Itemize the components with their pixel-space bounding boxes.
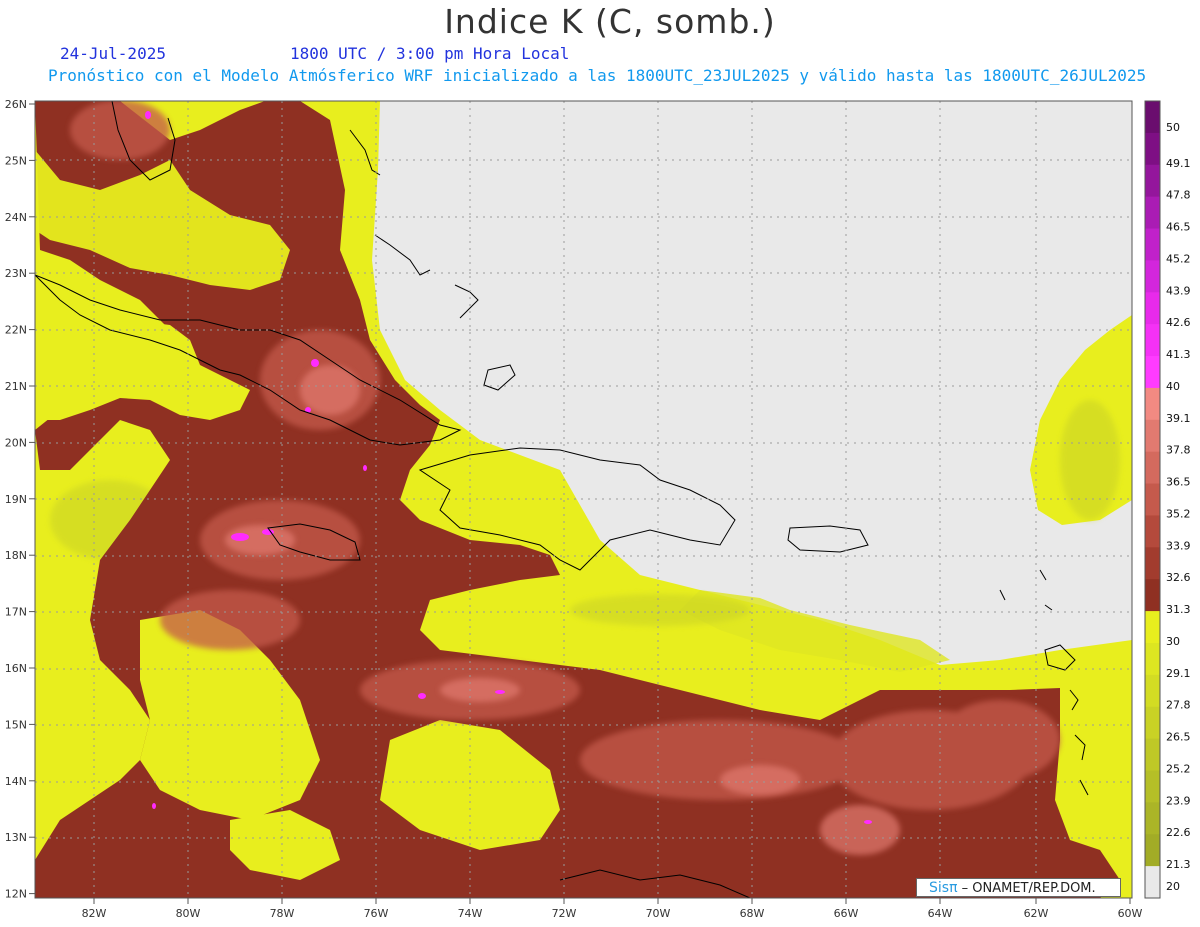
lon-label: 64W (928, 907, 953, 920)
colorbar-swatch (1145, 292, 1160, 325)
credit-box: Sisπ – ONAMET/REP.DOM. (916, 878, 1121, 897)
lon-label: 62W (1024, 907, 1049, 920)
lon-label: 60W (1118, 907, 1143, 920)
k-index-map: 26N 25N 24N 23N 22N 21N 20N 19N 18N 17N 16N 15N 14N 1… (5, 98, 1191, 920)
lon-label: 80W (176, 907, 201, 920)
lon-label: 74W (458, 907, 483, 920)
lon-label: 72W (552, 907, 577, 920)
colorbar-label: 43.9 (1166, 284, 1191, 297)
colorbar-swatch (1145, 866, 1160, 899)
colorbar-label: 49.1 (1166, 157, 1191, 170)
colorbar-swatch (1145, 802, 1160, 835)
lat-label: 21N (5, 380, 27, 393)
colorbar-label: 46.5 (1166, 221, 1191, 234)
lon-label: 82W (82, 907, 107, 920)
colorbar-swatch (1145, 132, 1160, 166)
lat-label: 12N (5, 888, 27, 901)
colorbar-label: 36.5 (1166, 476, 1191, 489)
colorbar-label: 35.2 (1166, 507, 1191, 520)
lat-label: 25N (5, 154, 27, 167)
lat-label: 23N (5, 267, 27, 280)
colorbar-swatch (1145, 483, 1160, 516)
lat-label: 14N (5, 775, 27, 788)
colorbar-label: 40 (1166, 380, 1180, 393)
colorbar-label: 31.3 (1166, 603, 1191, 616)
colorbar-label: 22.6 (1166, 826, 1191, 839)
colorbar-swatch (1145, 324, 1160, 357)
lat-label: 17N (5, 606, 27, 619)
colorbar-swatch (1145, 196, 1160, 230)
colorbar-label: 20 (1166, 880, 1180, 893)
lon-label: 66W (834, 907, 859, 920)
lon-label: 76W (364, 907, 389, 920)
colorbar-swatch (1145, 706, 1160, 740)
colorbar-label: 29.1 (1166, 667, 1191, 680)
colorbar-label: 33.9 (1166, 539, 1191, 552)
colorbar-swatch (1145, 579, 1160, 612)
lon-label: 70W (646, 907, 671, 920)
colorbar-label: 37.8 (1166, 444, 1191, 457)
colorbar-label: 42.6 (1166, 316, 1191, 329)
colorbar-swatch (1145, 356, 1160, 389)
colorbar-label: 47.8 (1166, 189, 1191, 202)
lat-label: 26N (5, 98, 27, 111)
lat-label: 18N (5, 549, 27, 562)
colorbar-label: 39.1 (1166, 412, 1191, 425)
lat-label: 20N (5, 436, 27, 449)
lat-label: 16N (5, 662, 27, 675)
colorbar-label: 21.3 (1166, 858, 1191, 871)
colorbar-swatch (1145, 101, 1160, 134)
longitude-labels: 82W 80W 78W 76W 74W 72W 70W 68W 66W 64W 62W 60W (82, 898, 1143, 920)
lat-label: 19N (5, 493, 27, 506)
colorbar-swatch (1145, 515, 1160, 548)
colorbar-label: 26.5 (1166, 731, 1191, 744)
brand-logo: Sisπ (929, 880, 958, 896)
lat-label: 24N (5, 211, 27, 224)
colorbar-swatch (1145, 228, 1160, 261)
lat-label: 13N (5, 831, 27, 844)
colorbar-label: 27.8 (1166, 699, 1191, 712)
colorbar-label: 50 (1166, 121, 1180, 134)
lon-label: 68W (740, 907, 765, 920)
colorbar-label: 25.2 (1166, 762, 1191, 775)
latitude-labels: 26N 25N 24N 23N 22N 21N 20N 19N 18N 17N 16N 15N 14N 1… (5, 98, 35, 901)
colorbar-swatch (1145, 164, 1160, 198)
colorbar-label: 45.2 (1166, 252, 1191, 265)
colorbar-swatch (1145, 547, 1160, 580)
lon-label: 78W (270, 907, 295, 920)
colorbar-swatch (1145, 451, 1160, 485)
colorbar-swatch (1145, 834, 1160, 867)
colorbar: 50 49.1 47.8 46.5 45.2 43.9 42.6 41.3 40 39.1 37.8… (1144, 100, 1191, 899)
credit-text: – ONAMET/REP.DOM. (961, 881, 1096, 896)
lat-label: 22N (5, 324, 27, 337)
colorbar-label: 30 (1166, 635, 1180, 648)
colorbar-swatch (1145, 260, 1160, 293)
colorbar-swatch (1145, 611, 1160, 644)
colorbar-swatch (1145, 642, 1160, 676)
colorbar-swatch (1145, 387, 1160, 421)
colorbar-label: 41.3 (1166, 348, 1191, 361)
colorbar-label: 23.9 (1166, 794, 1191, 807)
lat-label: 15N (5, 718, 27, 731)
colorbar-swatch (1145, 738, 1160, 771)
colorbar-swatch (1145, 770, 1160, 803)
colorbar-swatch (1145, 674, 1160, 708)
colorbar-swatch (1145, 419, 1160, 453)
colorbar-label: 32.6 (1166, 571, 1191, 584)
